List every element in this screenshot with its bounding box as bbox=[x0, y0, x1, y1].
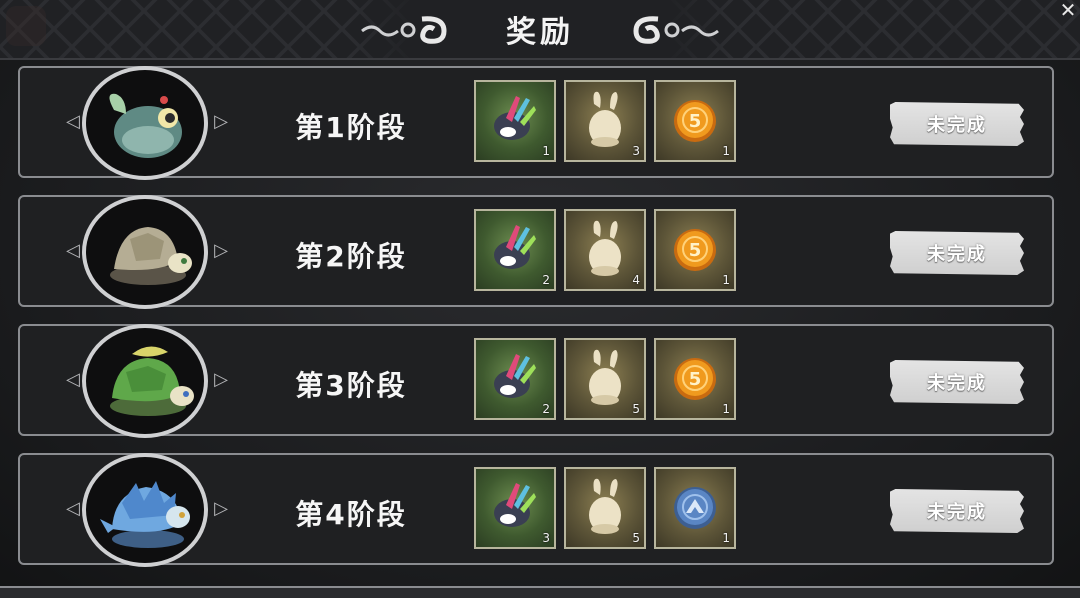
left-swirl-ornament-icon bbox=[361, 16, 447, 44]
chevron-left-icon: ◁ bbox=[66, 240, 80, 261]
stage-label: 第1阶段 bbox=[295, 111, 407, 144]
reward-items: 3 5 1 bbox=[474, 467, 736, 549]
pet-portrait: ◁ ▷ bbox=[66, 324, 228, 438]
reward-quantity: 1 bbox=[722, 531, 730, 545]
reward-quantity: 4 bbox=[632, 273, 640, 287]
reward-slot[interactable]: 5 1 bbox=[654, 338, 736, 420]
chevron-left-icon: ◁ bbox=[66, 111, 80, 132]
stage-row-4: ◁ ▷ 第4阶段 3 5 1 未完成 bbox=[18, 453, 1054, 567]
chevron-right-icon: ▷ bbox=[214, 498, 228, 519]
stage-row-2: ◁ ▷ 第2阶段 2 4 5 1 未完成 bbox=[18, 195, 1054, 309]
reward-slot[interactable]: 1 bbox=[474, 80, 556, 162]
status-button[interactable]: 未完成 bbox=[890, 489, 1024, 533]
leaf-turtle-pet-icon bbox=[110, 346, 194, 416]
stage-row-3: ◁ ▷ 第3阶段 2 5 5 1 未完成 bbox=[18, 324, 1054, 438]
reward-slot[interactable]: 5 1 bbox=[654, 209, 736, 291]
chevron-right-icon: ▷ bbox=[214, 111, 228, 132]
pet-portrait: ◁ ▷ bbox=[66, 453, 228, 567]
reward-items: 2 5 5 1 bbox=[474, 338, 736, 420]
reward-quantity: 2 bbox=[542, 273, 550, 287]
stage-row-1: ◁ ▷ 第1阶段 1 3 5 1 未完成 bbox=[18, 66, 1054, 180]
reward-slot[interactable]: 4 bbox=[564, 209, 646, 291]
reward-items: 2 4 5 1 bbox=[474, 209, 736, 291]
reward-slot[interactable]: 3 bbox=[474, 467, 556, 549]
reward-quantity: 1 bbox=[722, 273, 730, 287]
reward-quantity: 1 bbox=[542, 144, 550, 158]
reward-quantity: 3 bbox=[542, 531, 550, 545]
portrait-ring bbox=[82, 66, 208, 180]
status-button[interactable]: 未完成 bbox=[890, 231, 1024, 275]
portrait-ring bbox=[82, 324, 208, 438]
chevron-left-icon: ◁ bbox=[66, 498, 80, 519]
stage-label: 第4阶段 bbox=[295, 498, 407, 531]
bottom-frame bbox=[0, 586, 1080, 598]
reward-quantity: 3 bbox=[632, 144, 640, 158]
status-button[interactable]: 未完成 bbox=[890, 360, 1024, 404]
reward-slot[interactable]: 5 bbox=[564, 338, 646, 420]
green-fish-pet-icon bbox=[109, 93, 182, 158]
chevron-right-icon: ▷ bbox=[214, 369, 228, 390]
page-title: 奖励 bbox=[506, 15, 574, 50]
reward-items: 1 3 5 1 bbox=[474, 80, 736, 162]
reward-quantity: 2 bbox=[542, 402, 550, 416]
title-wrap: 奖励 bbox=[350, 0, 730, 58]
svg-text:5: 5 bbox=[689, 111, 702, 132]
chevron-right-icon: ▷ bbox=[214, 240, 228, 261]
reward-quantity: 5 bbox=[632, 531, 640, 545]
reward-slot[interactable]: 1 bbox=[654, 467, 736, 549]
reward-slot[interactable]: 3 bbox=[564, 80, 646, 162]
reward-slot[interactable]: 5 1 bbox=[654, 80, 736, 162]
pet-portrait: ◁ ▷ bbox=[66, 66, 228, 180]
close-icon[interactable]: ✕ bbox=[1058, 0, 1078, 20]
reward-slot[interactable]: 2 bbox=[474, 209, 556, 291]
reward-quantity: 1 bbox=[722, 402, 730, 416]
chevron-left-icon: ◁ bbox=[66, 369, 80, 390]
portrait-ring bbox=[82, 195, 208, 309]
reward-slot[interactable]: 2 bbox=[474, 338, 556, 420]
reward-screen: 奖励 ✕ ◁ ▷ 第1阶段 1 3 5 1 未完成 ◁ ▷ 第2阶段 2 4 5… bbox=[0, 0, 1080, 598]
reward-quantity: 1 bbox=[722, 144, 730, 158]
stage-label: 第3阶段 bbox=[295, 369, 407, 402]
stone-turtle-pet-icon bbox=[110, 227, 192, 285]
header-bar: 奖励 ✕ bbox=[0, 0, 1080, 60]
stage-label: 第2阶段 bbox=[295, 240, 407, 273]
svg-text:5: 5 bbox=[689, 240, 702, 261]
pet-portrait: ◁ ▷ bbox=[66, 195, 228, 309]
corner-decoration bbox=[6, 6, 46, 46]
portrait-ring bbox=[82, 453, 208, 567]
reward-slot[interactable]: 5 bbox=[564, 467, 646, 549]
svg-text:5: 5 bbox=[689, 369, 702, 390]
status-button[interactable]: 未完成 bbox=[890, 102, 1024, 146]
blue-crystal-turtle-pet-icon bbox=[100, 481, 190, 548]
right-swirl-ornament-icon bbox=[633, 16, 719, 44]
reward-quantity: 5 bbox=[632, 402, 640, 416]
